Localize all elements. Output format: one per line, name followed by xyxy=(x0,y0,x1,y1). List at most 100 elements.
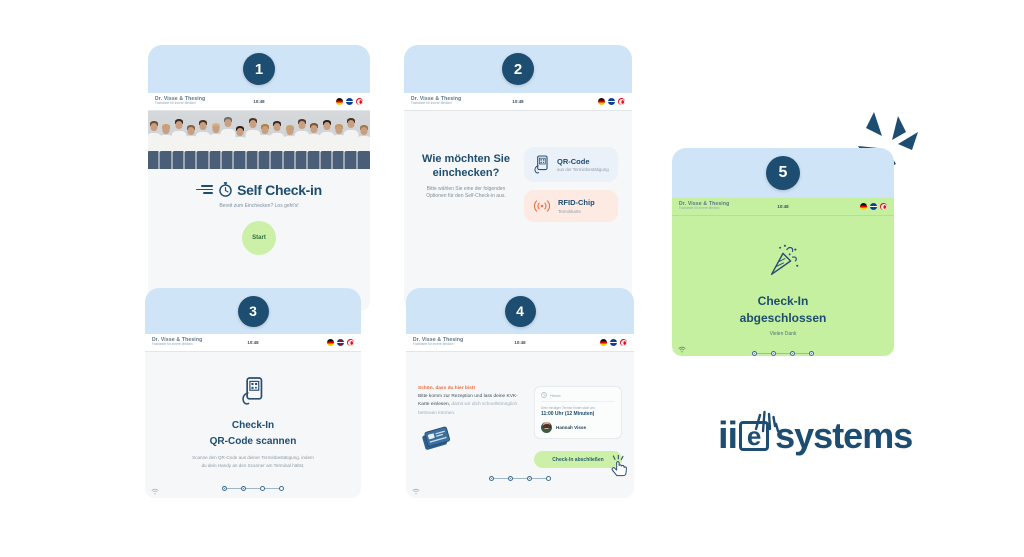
flag-de-icon[interactable] xyxy=(598,98,605,105)
flag-tr-icon[interactable] xyxy=(880,203,887,210)
logo-mark: ii e xyxy=(718,410,780,455)
stopwatch-icon xyxy=(219,182,232,197)
terminal-brand-sub: Fachärzte für Innere Medizin xyxy=(152,342,193,347)
terminal-topbar: Dr. Visse & Thesing Fachärzte für Innere… xyxy=(672,198,894,216)
terminal-brand: Dr. Visse & Thesing Fachärzte für Innere… xyxy=(155,96,205,106)
rfid-waves-icon xyxy=(533,200,551,212)
screen-3-badge: 3 xyxy=(237,295,269,327)
flag-de-icon[interactable] xyxy=(600,339,607,346)
screen-1: 1 Dr. Visse & Thesing Fachärzte für Inne… xyxy=(148,45,370,311)
screen-2: 2 Dr. Visse & Thesing Fachärzte für Inne… xyxy=(404,45,632,311)
speed-lines-icon xyxy=(196,185,214,194)
appointment-header: Heute xyxy=(550,392,561,398)
option-qr-code[interactable]: QR-Code aus der Terminbestätigung xyxy=(524,147,618,182)
screen-3-body: Dr. Visse & Thesing Fachärzte für Innere… xyxy=(145,334,361,498)
start-button[interactable]: Start xyxy=(242,221,276,255)
language-switcher[interactable] xyxy=(598,98,625,105)
appointment-label: Dein heutiger Termin findet statt um: xyxy=(541,406,596,410)
iie-systems-logo: ii e systems xyxy=(718,410,913,457)
option-rfid-chip[interactable]: RFID-Chip Terminkarte xyxy=(524,190,618,222)
terminal-topbar: Dr. Visse & Thesing Fachärzte für Innere… xyxy=(404,93,632,111)
screen-2-text-column: Wie möchten Sie einchecken? Bitte wählen… xyxy=(418,143,514,201)
language-switcher[interactable] xyxy=(327,339,354,346)
insurance-card-icon xyxy=(422,426,450,450)
flag-tr-icon[interactable] xyxy=(618,98,625,105)
flag-gb-icon[interactable] xyxy=(870,203,877,210)
terminal-brand: Dr. Visse & Thesing Fachärzte für Innere… xyxy=(679,201,729,211)
screen-4-highlight: Schön, dass du hier bist! xyxy=(418,386,476,391)
qr-phone-icon xyxy=(534,155,548,174)
terminal-clock: 10:48 xyxy=(514,340,526,345)
terminal-topbar: Dr. Visse & Thesing Fachärzte für Innere… xyxy=(145,334,361,352)
wifi-icon xyxy=(151,488,159,495)
checkin-options: QR-Code aus der Terminbestätigung RFID-C… xyxy=(524,143,618,222)
screen-5-title-line1: Check-In xyxy=(757,294,809,308)
screen-2-body: Dr. Visse & Thesing Fachärzte für Innere… xyxy=(404,93,632,311)
sparkle-rays-icon xyxy=(754,410,780,432)
hand-cursor-icon xyxy=(611,455,627,477)
terminal-topbar: Dr. Visse & Thesing Fachärzte für Innere… xyxy=(406,334,634,352)
terminal-topbar: Dr. Visse & Thesing Fachärzte für Innere… xyxy=(148,93,370,111)
flag-gb-icon[interactable] xyxy=(337,339,344,346)
terminal-brand: Dr. Visse & Thesing Fachärzte für Innere… xyxy=(413,337,463,347)
progress-dots xyxy=(672,351,894,356)
screen-3: 3 Dr. Visse & Thesing Fachärzte für Inne… xyxy=(145,288,361,498)
progress-dot xyxy=(546,476,551,481)
self-checkin-logo: Self Check-in xyxy=(148,181,370,198)
wifi-icon xyxy=(412,488,420,495)
terminal-brand-sub: Fachärzte für Innere Medizin xyxy=(413,342,454,347)
screen-1-title: Self Check-in xyxy=(237,181,322,198)
screen-4: 4 Dr. Visse & Thesing Fachärzte für Inne… xyxy=(406,288,634,498)
flag-de-icon[interactable] xyxy=(327,339,334,346)
flag-gb-icon[interactable] xyxy=(346,98,353,105)
language-switcher[interactable] xyxy=(336,98,363,105)
clock-icon xyxy=(541,392,547,398)
screen-4-text-column: Schön, dass du hier bist! Bitte komm zur… xyxy=(418,386,526,468)
progress-dots xyxy=(406,476,634,481)
terminal-clock: 10:48 xyxy=(247,340,259,345)
screen-3-body-text: Scanne den QR-Code aus deiner Terminbest… xyxy=(192,455,314,468)
terminal-brand-sub: Fachärzte für Innere Medizin xyxy=(679,206,720,211)
finish-checkin-button[interactable]: Check-In abschließen xyxy=(534,451,622,468)
screen-2-heading: Wie möchten Sie einchecken? xyxy=(422,153,510,179)
language-switcher[interactable] xyxy=(600,339,627,346)
screen-1-subtitle: Bereit zum Einchecken? Los geht's! xyxy=(219,203,299,209)
screen-1-number-band: 1 xyxy=(148,45,370,93)
option-qr-title: QR-Code xyxy=(557,156,590,166)
flag-de-icon[interactable] xyxy=(336,98,343,105)
appointment-card: Heute Dein heutiger Termin findet statt … xyxy=(534,386,622,439)
appointment-time: 11:00 Uhr (12 Minuten) xyxy=(541,411,595,417)
option-rfid-title: RFID-Chip xyxy=(558,198,595,208)
screen-3-title-line1: Check-In xyxy=(231,420,275,431)
terminal-brand: Dr. Visse & Thesing Fachärzte für Innere… xyxy=(152,337,202,347)
option-qr-sub: aus der Terminbestätigung xyxy=(557,167,609,173)
screen-4-badge: 4 xyxy=(504,295,536,327)
screen-5-number-band: 5 xyxy=(672,148,894,198)
language-switcher[interactable] xyxy=(860,203,887,210)
terminal-brand-sub: Fachärzte für Innere Medizin xyxy=(411,101,452,106)
screen-2-subtext: Bitte wählen Sie eine der folgenden Opti… xyxy=(426,185,506,200)
flag-gb-icon[interactable] xyxy=(608,98,615,105)
screen-5-body: Dr. Visse & Thesing Fachärzte für Innere… xyxy=(672,198,894,356)
confetti-icon xyxy=(770,244,799,276)
screen-4-body: Dr. Visse & Thesing Fachärzte für Innere… xyxy=(406,334,634,498)
flag-gb-icon[interactable] xyxy=(610,339,617,346)
option-rfid-sub: Terminkarte xyxy=(558,208,581,214)
terminal-clock: 10:48 xyxy=(512,99,524,104)
poster-canvas: 1 Dr. Visse & Thesing Fachärzte für Inne… xyxy=(0,0,1024,557)
flag-de-icon[interactable] xyxy=(860,203,867,210)
screen-3-title-line2: QR-Code scannen xyxy=(209,435,297,447)
terminal-brand: Dr. Visse & Thesing Fachärzte für Innere… xyxy=(411,96,461,106)
screen-3-number-band: 3 xyxy=(145,288,361,334)
screen-1-badge: 1 xyxy=(243,53,275,85)
wifi-icon xyxy=(678,346,686,353)
screen-5-subtitle: Vielen Dank xyxy=(769,331,797,338)
flag-tr-icon[interactable] xyxy=(356,98,363,105)
screen-2-badge: 2 xyxy=(502,53,534,85)
terminal-brand-sub: Fachärzte für Innere Medizin xyxy=(155,101,196,106)
avatar xyxy=(541,422,552,433)
screen-5-badge: 5 xyxy=(766,156,800,190)
flag-tr-icon[interactable] xyxy=(620,339,627,346)
flag-tr-icon[interactable] xyxy=(347,339,354,346)
terminal-clock: 10:48 xyxy=(253,99,265,104)
